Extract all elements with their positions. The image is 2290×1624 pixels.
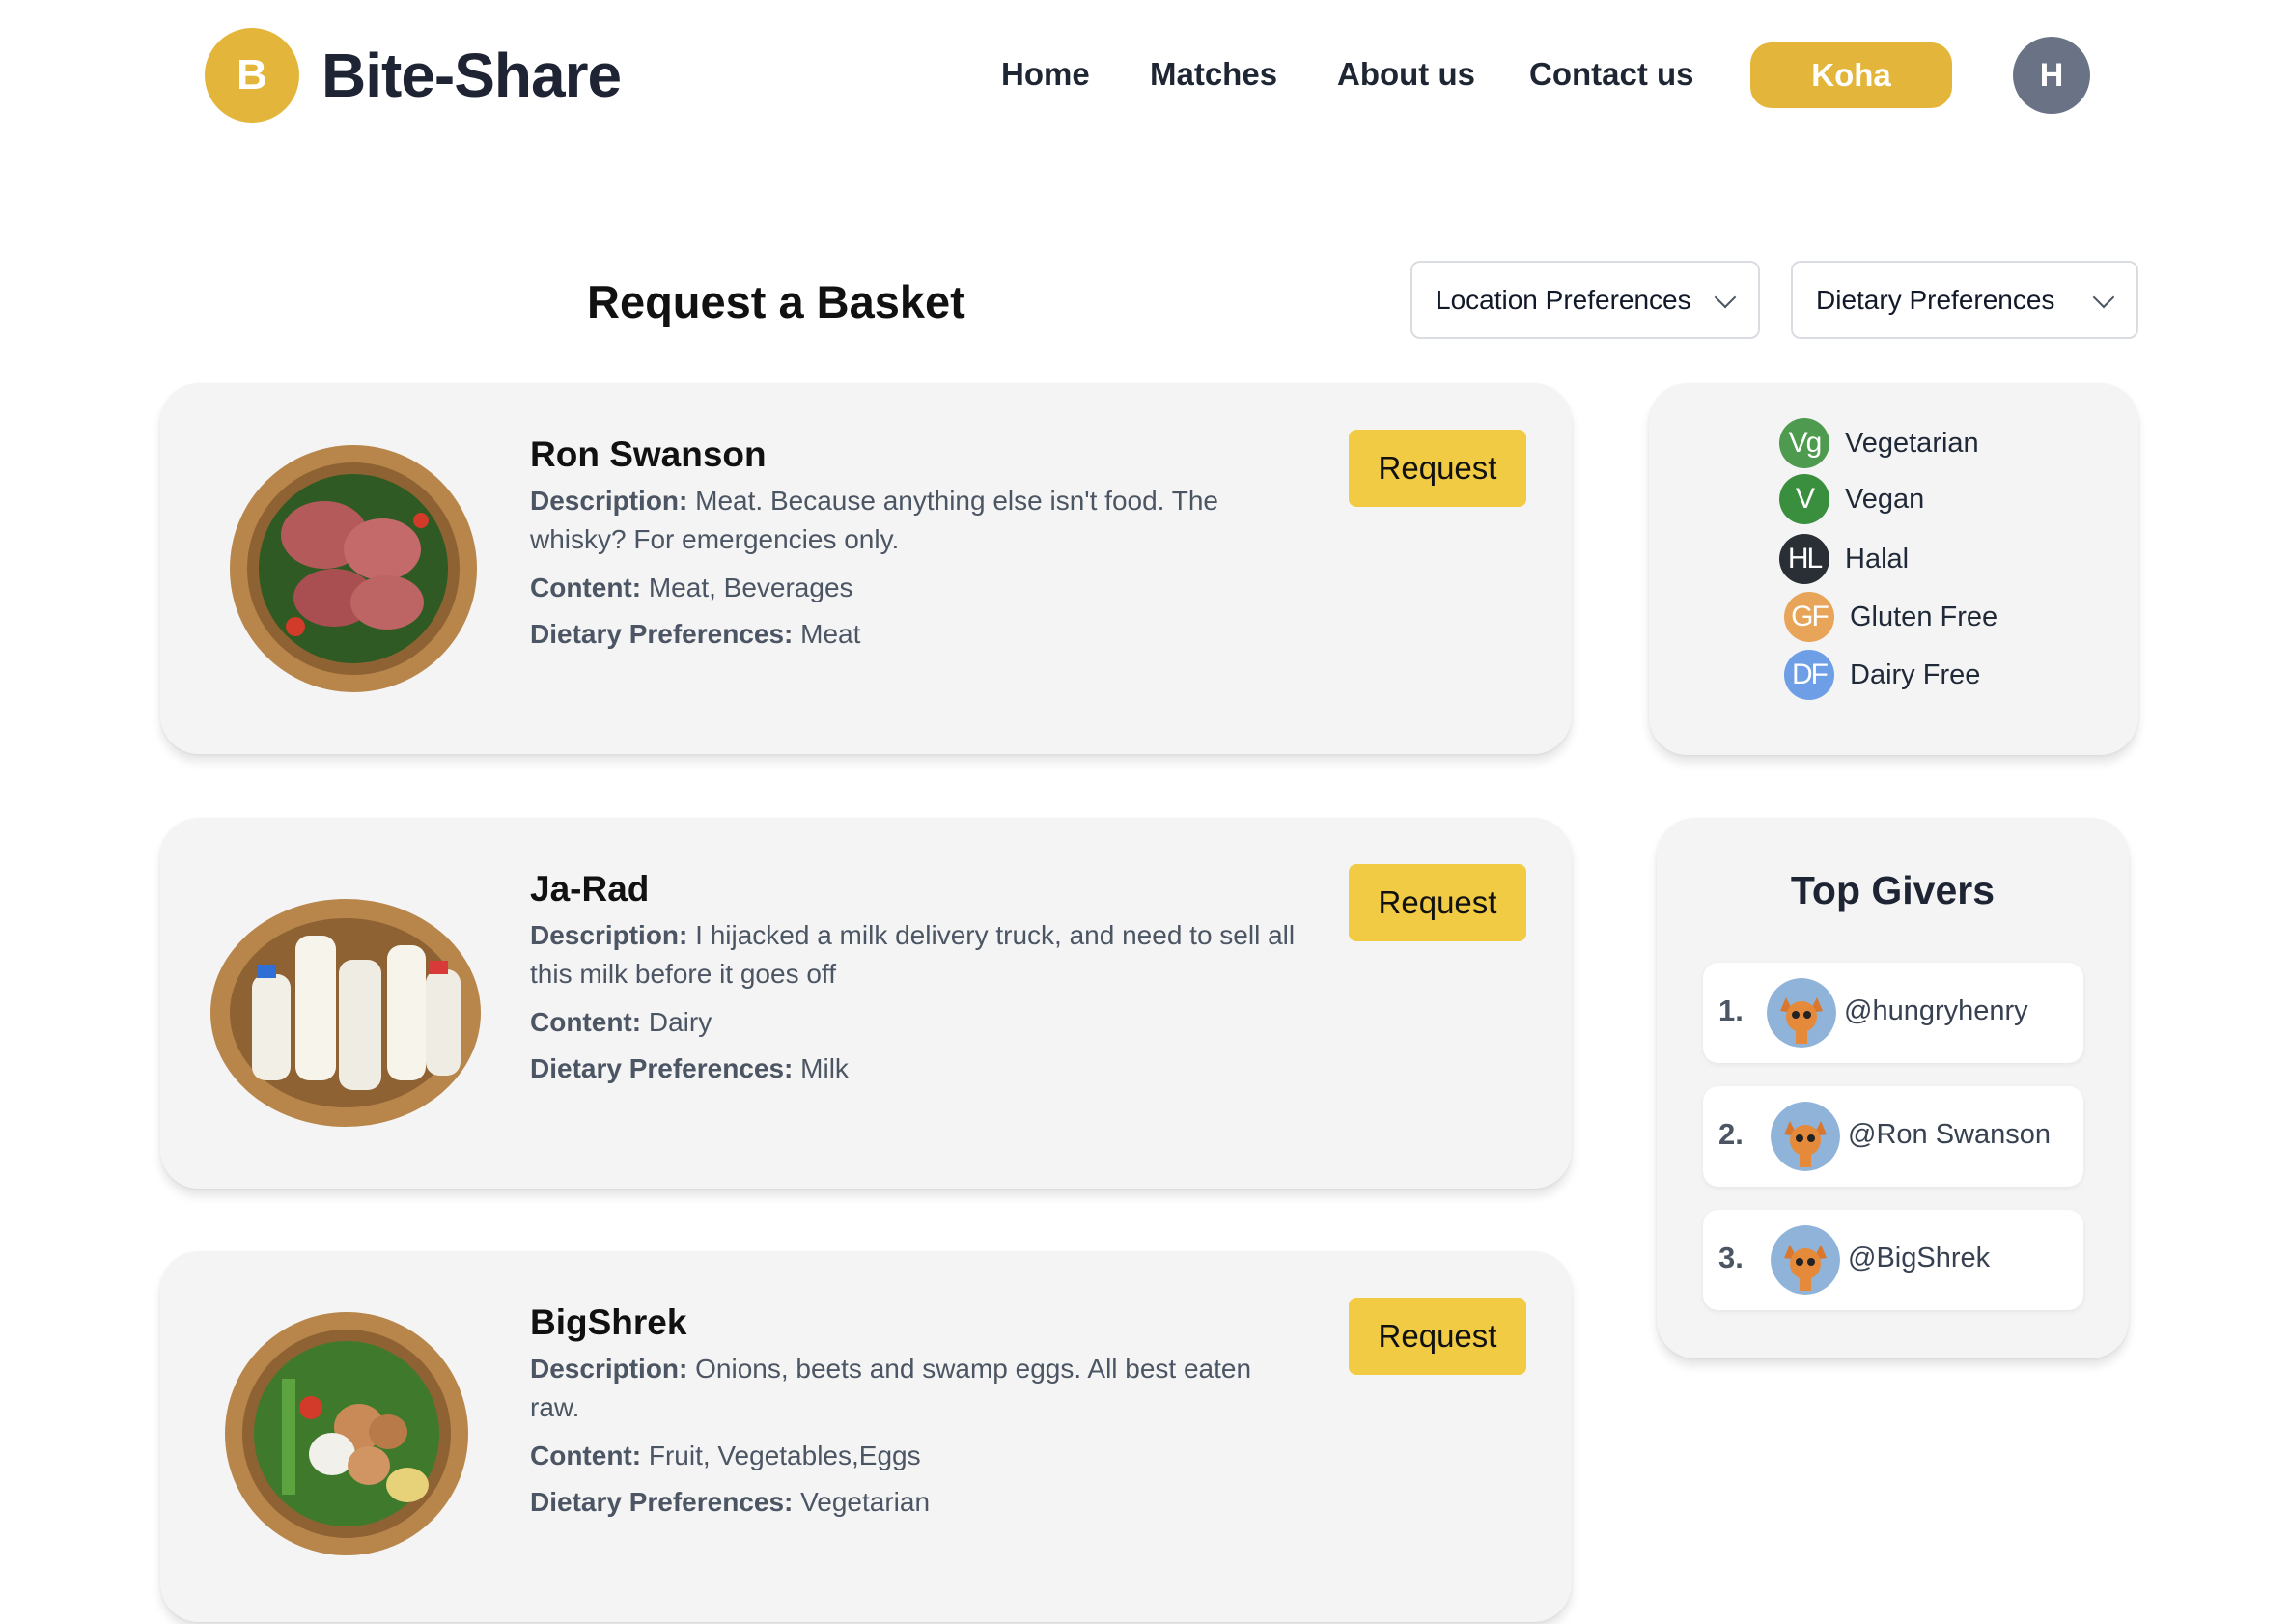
page-title: Request a Basket (587, 276, 965, 327)
description-label: Description: (530, 920, 688, 950)
vegetarian-badge-icon: Vg (1779, 418, 1829, 468)
description-label: Description: (530, 486, 688, 516)
legend-item-dairy-free: DF Dairy Free (1784, 650, 1980, 700)
content-text: Dairy (648, 1007, 712, 1037)
giver-row[interactable]: 1. @hungryhenry (1703, 963, 2083, 1063)
dietary-legend: Vg Vegetarian V Vegan HL Halal GF Gluten… (1649, 383, 2138, 755)
chevron-down-icon (2092, 286, 2115, 309)
legend-item-halal: HL Halal (1779, 534, 1909, 584)
user-avatar[interactable]: H (2013, 37, 2090, 114)
basket-dietary: Dietary Preferences: Vegetarian (530, 1483, 1302, 1522)
basket-description: Description: I hijacked a milk delivery … (530, 916, 1302, 994)
basket-content: Content: Dairy (530, 1003, 1302, 1042)
giver-handle: @hungryhenry (1844, 995, 2028, 1026)
legend-item-vegetarian: Vg Vegetarian (1779, 418, 1979, 468)
nav-contact[interactable]: Contact us (1529, 56, 1694, 93)
legend-label: Gluten Free (1850, 601, 1998, 632)
content-label: Content: (530, 1007, 642, 1037)
location-preferences-dropdown[interactable]: Location Preferences (1410, 261, 1760, 339)
fox-avatar-icon (1771, 1225, 1840, 1295)
basket-content: Content: Meat, Beverages (530, 569, 1302, 607)
giver-rank: 2. (1718, 1117, 1744, 1151)
dietary-text: Vegetarian (800, 1487, 931, 1517)
dietary-label: Dietary Preferences: (530, 1053, 794, 1083)
dietary-text: Meat (800, 619, 861, 649)
dairy-free-badge-icon: DF (1784, 650, 1834, 700)
logo-icon[interactable]: B (205, 28, 299, 123)
description-label: Description: (530, 1354, 688, 1384)
giver-handle: @BigShrek (1848, 1243, 1991, 1274)
top-givers-panel: Top Givers 1. @hungryhenry 2. @Ron Swans… (1657, 818, 2129, 1358)
legend-label: Vegetarian (1845, 427, 1979, 459)
basket-content: Content: Fruit, Vegetables,Eggs (530, 1437, 1302, 1475)
content-label: Content: (530, 1441, 642, 1470)
basket-description: Description: Onions, beets and swamp egg… (530, 1350, 1302, 1427)
top-givers-title: Top Givers (1790, 868, 1996, 912)
vegetable-basket-image (224, 1311, 469, 1556)
legend-label: Halal (1845, 543, 1910, 574)
request-button[interactable]: Request (1349, 1298, 1526, 1375)
legend-label: Vegan (1845, 483, 1925, 515)
nav-home[interactable]: Home (1001, 56, 1090, 93)
dietary-preferences-label: Dietary Preferences (1816, 284, 2055, 315)
dietary-label: Dietary Preferences: (530, 1487, 794, 1517)
fox-avatar-icon (1771, 1102, 1840, 1171)
legend-item-gluten-free: GF Gluten Free (1784, 592, 1997, 642)
giver-rank: 1. (1718, 994, 1744, 1027)
nav-matches[interactable]: Matches (1150, 56, 1277, 93)
milk-basket-image (209, 868, 484, 1138)
basket-giver-name: Ja-Rad (530, 869, 650, 909)
basket-card: BigShrek Description: Onions, beets and … (160, 1251, 1572, 1622)
chevron-down-icon (1714, 286, 1737, 309)
meat-basket-image (228, 443, 479, 694)
koha-button[interactable]: Koha (1750, 42, 1952, 108)
vegan-badge-icon: V (1779, 474, 1829, 524)
content-text: Meat, Beverages (648, 573, 853, 602)
basket-card: Ron Swanson Description: Meat. Because a… (160, 383, 1572, 754)
basket-dietary: Dietary Preferences: Meat (530, 615, 1302, 654)
dietary-preferences-dropdown[interactable]: Dietary Preferences (1791, 261, 2138, 339)
basket-description: Description: Meat. Because anything else… (530, 482, 1302, 559)
content-label: Content: (530, 573, 642, 602)
dietary-label: Dietary Preferences: (530, 619, 794, 649)
giver-row[interactable]: 2. @Ron Swanson (1703, 1086, 2083, 1187)
legend-label: Dairy Free (1850, 658, 1981, 690)
basket-dietary: Dietary Preferences: Milk (530, 1050, 1302, 1088)
giver-handle: @Ron Swanson (1848, 1119, 2051, 1150)
giver-rank: 3. (1718, 1241, 1744, 1274)
basket-giver-name: Ron Swanson (530, 434, 767, 474)
request-button[interactable]: Request (1349, 864, 1526, 941)
brand-name[interactable]: Bite-Share (321, 41, 622, 110)
content-text: Fruit, Vegetables,Eggs (648, 1441, 921, 1470)
giver-row[interactable]: 3. @BigShrek (1703, 1210, 2083, 1310)
dietary-text: Milk (800, 1053, 849, 1083)
basket-card: Ja-Rad Description: I hijacked a milk de… (160, 818, 1572, 1189)
fox-avatar-icon (1767, 978, 1836, 1048)
location-preferences-label: Location Preferences (1436, 284, 1691, 315)
halal-badge-icon: HL (1779, 534, 1829, 584)
legend-item-vegan: V Vegan (1779, 474, 1924, 524)
nav-about[interactable]: About us (1337, 56, 1475, 93)
request-button[interactable]: Request (1349, 430, 1526, 507)
basket-giver-name: BigShrek (530, 1302, 687, 1342)
gluten-free-badge-icon: GF (1784, 592, 1834, 642)
